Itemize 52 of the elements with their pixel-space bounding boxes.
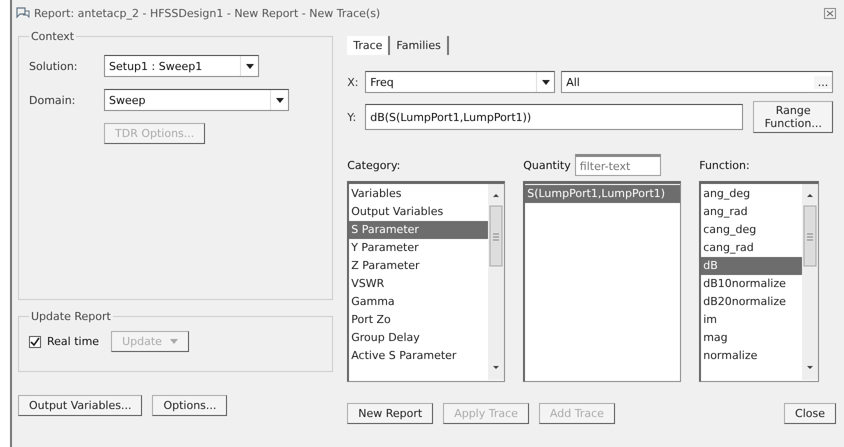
options-button[interactable]: Options... <box>152 394 228 416</box>
real-time-checkbox[interactable] <box>29 336 41 348</box>
list-item[interactable]: Output Variables <box>349 203 488 221</box>
checkbox-label: Real time <box>47 335 100 348</box>
list-item[interactable]: Gamma <box>349 293 488 311</box>
list-item[interactable]: ang_deg <box>701 185 802 203</box>
field-label: X: <box>347 76 360 88</box>
list-item[interactable]: S(LumpPort1,LumpPort1) <box>525 185 680 203</box>
y-expression-field[interactable]: dB(S(LumpPort1,LumpPort1)) <box>365 104 744 130</box>
list-item[interactable]: normalize <box>701 347 802 365</box>
field-label: Solution: <box>29 60 79 72</box>
ellipsis-button[interactable]: ... <box>814 76 832 88</box>
list-item[interactable]: dB20normalize <box>701 293 802 311</box>
caret-icon <box>246 64 254 68</box>
x-dropdown[interactable]: Freq <box>365 71 556 93</box>
list-item[interactable]: Z Parameter <box>349 257 488 275</box>
field-label: Y: <box>347 110 358 124</box>
list-item[interactable]: Y Parameter <box>349 239 488 257</box>
caret-icon <box>276 98 284 102</box>
caret-icon <box>170 339 178 344</box>
tab[interactable]: Trace <box>347 36 390 55</box>
window-title: Report: antetacp_2 - HFSSDesign1 - New Report - New Trace(s) <box>34 6 382 20</box>
list-item[interactable]: dB <box>701 257 802 275</box>
close-icon[interactable] <box>824 8 836 18</box>
caret-icon <box>542 80 550 84</box>
list-item[interactable]: S Parameter <box>349 221 488 239</box>
solution-dropdown[interactable]: Setup1 : Sweep1 <box>104 55 259 77</box>
list-item[interactable]: Variables <box>349 185 488 203</box>
filter-field[interactable]: filter-text <box>574 154 661 176</box>
list-label: Category: <box>347 158 400 172</box>
list-item[interactable]: cang_rad <box>701 239 802 257</box>
range-function-button[interactable]: Range Function... <box>753 101 834 133</box>
list-item[interactable]: Active S Parameter <box>349 347 488 365</box>
list-item[interactable]: ang_rad <box>701 203 802 221</box>
output-variables-button[interactable]: Output Variables... <box>18 394 142 416</box>
field-label: Domain: <box>29 94 76 106</box>
close-button[interactable]: Close <box>784 402 836 424</box>
list-item[interactable]: Port Zo <box>349 311 488 329</box>
list-label: Quantity <box>523 158 571 172</box>
new-report-button[interactable]: New Report <box>347 402 434 424</box>
app-icon <box>16 7 30 19</box>
group-title: Context <box>30 30 76 43</box>
list-item[interactable]: dB10normalize <box>701 275 802 293</box>
list-item[interactable]: VSWR <box>349 275 488 293</box>
range-field[interactable]: All ... <box>561 71 834 93</box>
list-item[interactable]: mag <box>701 329 802 347</box>
list-label: Function: <box>699 158 750 172</box>
list-item[interactable]: im <box>701 311 802 329</box>
list-item[interactable]: Group Delay <box>349 329 488 347</box>
list-item[interactable]: cang_deg <box>701 221 802 239</box>
group-title: Update Report <box>30 310 112 323</box>
domain-dropdown[interactable]: Sweep <box>104 89 289 111</box>
